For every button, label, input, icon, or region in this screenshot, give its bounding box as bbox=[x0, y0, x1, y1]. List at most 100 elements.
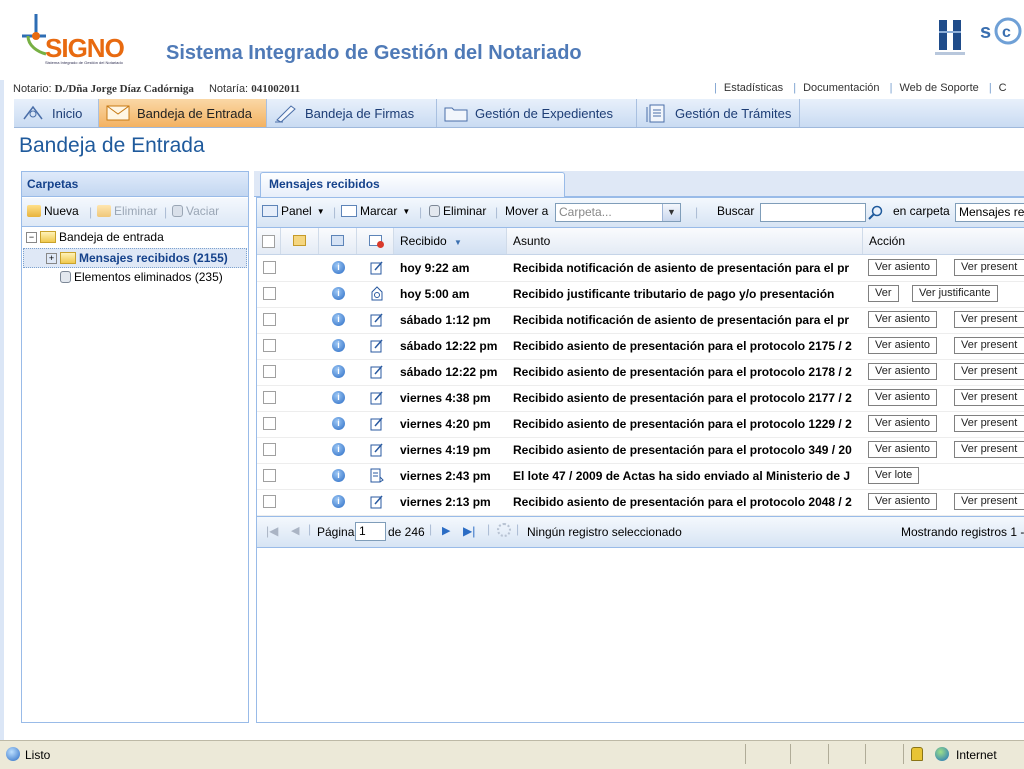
row-checkbox[interactable] bbox=[263, 287, 276, 300]
ver-presentacion-button[interactable]: Ver present bbox=[954, 493, 1024, 510]
column-received[interactable]: Recibido ▼ bbox=[394, 228, 507, 254]
menu-gestion-tramites[interactable]: Gestión de Trámites bbox=[637, 99, 800, 127]
page-icon bbox=[6, 747, 20, 761]
select-all-checkbox[interactable] bbox=[262, 235, 275, 248]
move-to-folder-select[interactable]: Carpeta... ▼ bbox=[555, 203, 681, 222]
refresh-icon[interactable] bbox=[497, 523, 511, 537]
table-row[interactable]: i viernes 4:38 pm Recibido asiento de pr… bbox=[257, 385, 1024, 412]
message-subject[interactable]: Recibido asiento de presentación para el… bbox=[513, 359, 862, 385]
panel-menu-button[interactable]: Panel ▼ bbox=[262, 204, 325, 218]
table-row[interactable]: i viernes 2:13 pm Recibido asiento de pr… bbox=[257, 489, 1024, 516]
menu-bandeja-firmas[interactable]: Bandeja de Firmas bbox=[267, 99, 437, 127]
ver-button[interactable]: Ver bbox=[868, 285, 899, 302]
page-total-label: de 246 bbox=[388, 525, 425, 539]
collapse-icon[interactable]: − bbox=[26, 231, 37, 243]
row-checkbox[interactable] bbox=[263, 469, 276, 482]
row-checkbox[interactable] bbox=[263, 443, 276, 456]
info-icon: i bbox=[332, 417, 345, 430]
empty-folder-button[interactable]: Vaciar bbox=[172, 204, 219, 218]
select-arrow-icon[interactable]: ▼ bbox=[662, 204, 680, 221]
mark-menu-button[interactable]: Marcar ▼ bbox=[341, 204, 410, 218]
ver-presentacion-button[interactable]: Ver present bbox=[954, 363, 1024, 380]
inbox-folder-icon bbox=[60, 252, 76, 264]
row-checkbox[interactable] bbox=[263, 261, 276, 274]
ver-asiento-button[interactable]: Ver asiento bbox=[868, 311, 938, 328]
search-icon[interactable] bbox=[868, 205, 884, 221]
ver-presentacion-button[interactable]: Ver present bbox=[954, 389, 1024, 406]
info-column[interactable] bbox=[319, 228, 357, 254]
next-page-icon[interactable]: ▶ bbox=[442, 524, 450, 537]
message-subject[interactable]: Recibido asiento de presentación para el… bbox=[513, 437, 862, 463]
table-row[interactable]: i viernes 4:19 pm Recibido asiento de pr… bbox=[257, 437, 1024, 464]
row-checkbox[interactable] bbox=[263, 365, 276, 378]
ver-asiento-button[interactable]: Ver asiento bbox=[868, 363, 938, 380]
table-row[interactable]: i sábado 12:22 pm Recibido asiento de pr… bbox=[257, 333, 1024, 360]
column-subject[interactable]: Asunto bbox=[507, 228, 863, 254]
link-estadisticas[interactable]: Estadísticas bbox=[724, 82, 783, 94]
message-subject[interactable]: Recibido asiento de presentación para el… bbox=[513, 385, 862, 411]
ver-asiento-button[interactable]: Ver asiento bbox=[868, 259, 938, 276]
ver-asiento-button[interactable]: Ver asiento bbox=[868, 337, 938, 354]
row-checkbox[interactable] bbox=[263, 339, 276, 352]
menu-bandeja-entrada[interactable]: Bandeja de Entrada bbox=[99, 99, 267, 127]
tab-mensajes-recibidos[interactable]: Mensajes recibidos bbox=[260, 172, 565, 197]
received-time: hoy 9:22 am bbox=[400, 261, 470, 275]
link-contact[interactable]: C bbox=[999, 82, 1007, 94]
tree-root[interactable]: − Bandeja de entrada bbox=[26, 230, 164, 244]
page-number-input[interactable]: 1 bbox=[355, 522, 386, 541]
notification-edit-icon bbox=[370, 313, 383, 327]
table-row[interactable]: i sábado 12:22 pm Recibido asiento de pr… bbox=[257, 359, 1024, 386]
message-subject[interactable]: Recibido asiento de presentación para el… bbox=[513, 411, 862, 437]
ver-asiento-button[interactable]: Ver asiento bbox=[868, 389, 938, 406]
new-folder-button[interactable]: Nueva bbox=[27, 204, 79, 218]
first-page-icon[interactable]: |◀ bbox=[266, 524, 278, 538]
link-documentacion[interactable]: Documentación bbox=[803, 82, 879, 94]
messages-tabstrip: Mensajes recibidos bbox=[254, 171, 1024, 197]
table-row[interactable]: i viernes 4:20 pm Recibido asiento de pr… bbox=[257, 411, 1024, 438]
row-checkbox[interactable] bbox=[263, 495, 276, 508]
delete-folder-button[interactable]: Eliminar bbox=[97, 204, 157, 218]
row-checkbox[interactable] bbox=[263, 417, 276, 430]
message-subject[interactable]: Recibido asiento de presentación para el… bbox=[513, 333, 862, 359]
row-checkbox[interactable] bbox=[263, 391, 276, 404]
ver-presentacion-button[interactable]: Ver present bbox=[954, 415, 1024, 432]
menu-gestion-expedientes[interactable]: Gestión de Expedientes bbox=[437, 99, 637, 127]
table-row[interactable]: i hoy 5:00 am Recibido justificante trib… bbox=[257, 281, 1024, 308]
table-row[interactable]: i hoy 9:22 am Recibida notificación de a… bbox=[257, 255, 1024, 282]
expand-icon[interactable]: + bbox=[46, 252, 57, 264]
message-subject[interactable]: Recibida notificación de asiento de pres… bbox=[513, 255, 862, 281]
priority-column[interactable] bbox=[281, 228, 319, 254]
last-page-icon[interactable]: ▶| bbox=[463, 524, 475, 538]
ver-lote-button[interactable]: Ver lote bbox=[868, 467, 920, 484]
notification-edit-icon bbox=[370, 261, 383, 275]
search-input[interactable] bbox=[760, 203, 866, 222]
ver-asiento-button[interactable]: Ver asiento bbox=[868, 441, 938, 458]
ver-presentacion-button[interactable]: Ver present bbox=[954, 337, 1024, 354]
table-row[interactable]: i sábado 1:12 pm Recibida notificación d… bbox=[257, 307, 1024, 334]
document-icon bbox=[646, 104, 665, 123]
delete-folder-icon bbox=[97, 205, 111, 217]
delete-message-button[interactable]: Eliminar bbox=[429, 204, 486, 218]
tree-item-deleted[interactable]: Elementos eliminados (235) bbox=[60, 270, 223, 284]
message-subject[interactable]: Recibido justificante tributario de pago… bbox=[513, 281, 862, 307]
message-subject[interactable]: El lote 47 / 2009 de Actas ha sido envia… bbox=[513, 463, 862, 489]
ver-presentacion-button[interactable]: Ver present bbox=[954, 441, 1024, 458]
menu-inicio[interactable]: Inicio bbox=[14, 99, 99, 127]
ver-presentacion-button[interactable]: Ver present bbox=[954, 259, 1024, 276]
ver-asiento-button[interactable]: Ver asiento bbox=[868, 415, 938, 432]
main-menu: Inicio Bandeja de Entrada Bandeja de Fir… bbox=[14, 99, 1024, 128]
ver-justificante-button[interactable]: Ver justificante bbox=[912, 285, 998, 302]
ver-asiento-button[interactable]: Ver asiento bbox=[868, 493, 938, 510]
ver-presentacion-button[interactable]: Ver present bbox=[954, 311, 1024, 328]
message-subject[interactable]: Recibido asiento de presentación para el… bbox=[513, 489, 862, 515]
prev-page-icon[interactable]: ◀ bbox=[291, 524, 299, 537]
row-checkbox[interactable] bbox=[263, 313, 276, 326]
info-icon: i bbox=[332, 365, 345, 378]
tree-item-received[interactable]: + Mensajes recibidos (2155) bbox=[23, 248, 247, 268]
status-column[interactable] bbox=[357, 228, 394, 254]
table-row[interactable]: i viernes 2:43 pm El lote 47 / 2009 de A… bbox=[257, 463, 1024, 490]
link-web-soporte[interactable]: Web de Soporte bbox=[899, 82, 978, 94]
message-subject[interactable]: Recibida notificación de asiento de pres… bbox=[513, 307, 862, 333]
column-action[interactable]: Acción bbox=[863, 228, 1024, 254]
in-folder-select[interactable]: Mensajes re bbox=[955, 203, 1024, 222]
